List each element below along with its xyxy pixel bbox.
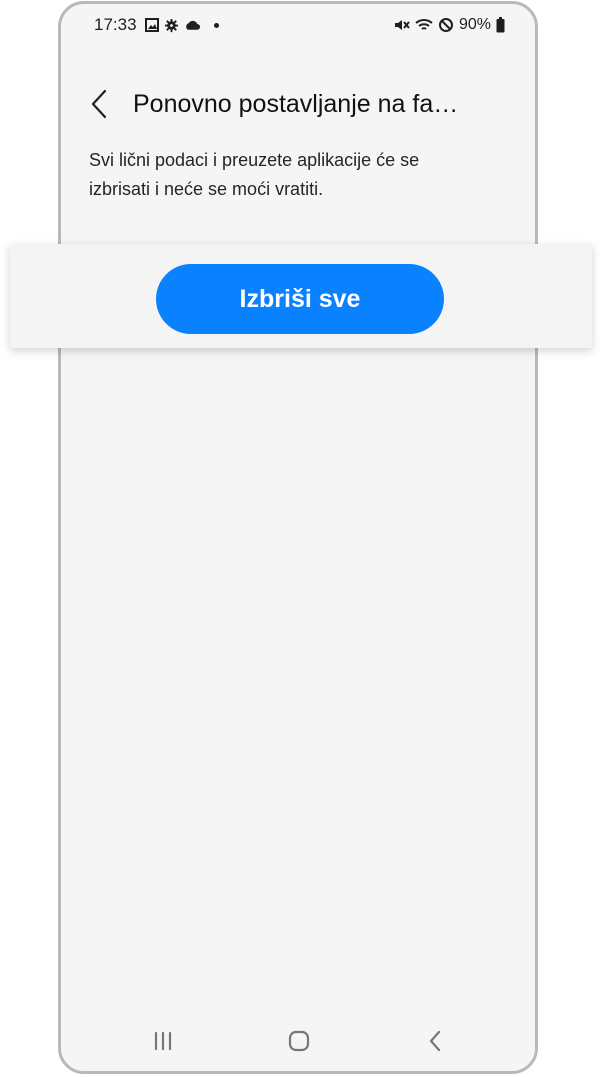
home-button[interactable] bbox=[279, 1024, 319, 1058]
screenshot-canvas: 17:33 90% Ponovno postavljanje na fa… Sv… bbox=[0, 0, 600, 1077]
gallery-icon bbox=[145, 18, 159, 32]
do-not-disturb-icon bbox=[438, 18, 453, 32]
navigation-bar bbox=[61, 1011, 535, 1071]
home-icon bbox=[288, 1030, 310, 1052]
back-button[interactable] bbox=[87, 88, 111, 120]
navigation-back-button[interactable] bbox=[415, 1024, 455, 1058]
chevron-left-icon bbox=[91, 89, 107, 119]
recent-apps-icon bbox=[154, 1031, 172, 1051]
recent-apps-button[interactable] bbox=[143, 1024, 183, 1058]
page-title: Ponovno postavljanje na fa… bbox=[133, 90, 459, 118]
status-bar: 17:33 90% bbox=[61, 4, 535, 46]
cloud-icon bbox=[186, 20, 201, 30]
status-icons-left bbox=[145, 16, 219, 34]
battery-percentage: 90% bbox=[458, 16, 491, 33]
delete-action-panel: Izbriši sve bbox=[10, 244, 592, 348]
app-header: Ponovno postavljanje na fa… bbox=[61, 82, 535, 126]
wifi-icon bbox=[415, 18, 433, 30]
battery-icon bbox=[496, 17, 505, 33]
settings-gear-icon bbox=[164, 18, 179, 32]
phone-frame: 17:33 90% Ponovno postavljanje na fa… Sv… bbox=[58, 1, 538, 1074]
notification-dot-icon bbox=[214, 22, 219, 28]
back-icon bbox=[429, 1030, 441, 1052]
delete-all-button[interactable]: Izbriši sve bbox=[156, 264, 444, 334]
status-time: 17:33 bbox=[94, 15, 137, 34]
reset-warning-text: Svi lični podaci i preuzete aplikacije ć… bbox=[89, 150, 420, 199]
muted-speaker-icon bbox=[394, 20, 410, 30]
status-icons-right: 90% bbox=[394, 14, 505, 36]
